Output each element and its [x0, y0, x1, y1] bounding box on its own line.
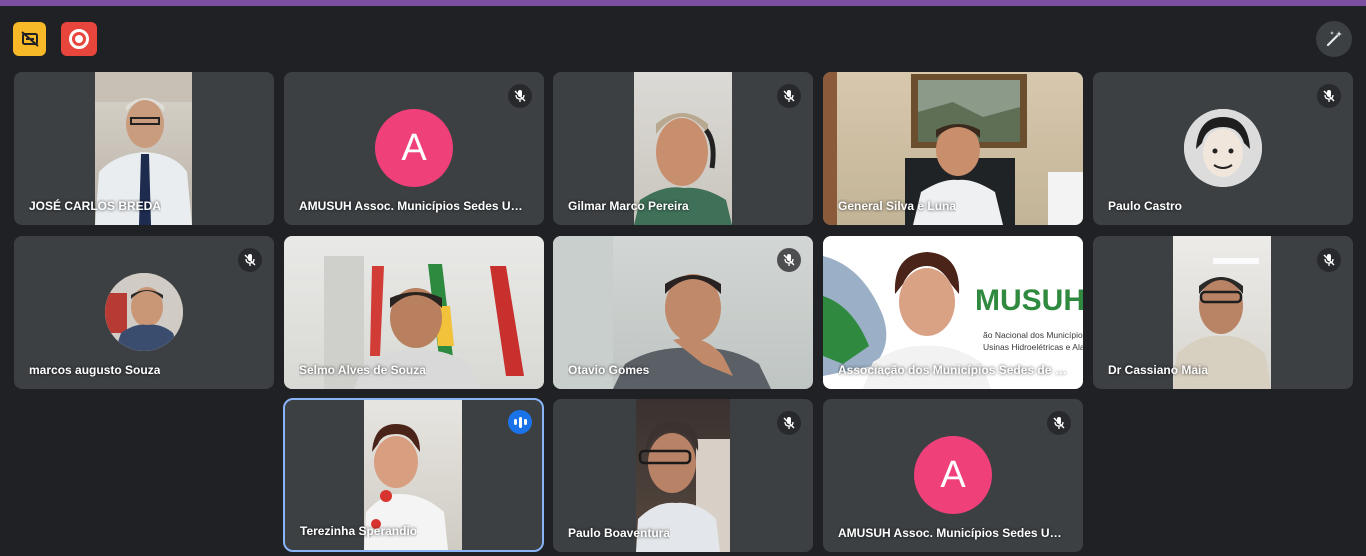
participant-name: Otavio Gomes — [568, 363, 650, 377]
participant-tile[interactable]: General Silva e Luna — [823, 72, 1083, 225]
participant-name: AMUSUH Assoc. Municípios Sedes Usinas Hi… — [838, 526, 1068, 540]
participant-tile[interactable]: JOSÉ CARLOS BREDA — [14, 72, 274, 225]
participant-name: Paulo Castro — [1108, 199, 1183, 213]
participant-tile[interactable]: A AMUSUH Assoc. Municípios Sedes Usinas … — [823, 399, 1083, 552]
participant-name: Associação dos Municípios Sedes de Usina… — [838, 363, 1068, 377]
participant-name: marcos augusto Souza — [29, 363, 161, 377]
muted-mic-icon — [777, 248, 801, 272]
participant-tile[interactable]: Selmo Alves de Souza — [284, 236, 544, 389]
effects-button[interactable] — [1316, 21, 1352, 57]
participant-tile[interactable]: marcos augusto Souza — [14, 236, 274, 389]
participant-name: Paulo Boaventura — [568, 526, 671, 540]
participant-name: Gilmar Marco Pereira — [568, 199, 689, 213]
participant-name: Terezinha Sperandio — [300, 524, 418, 538]
participant-tile[interactable]: Paulo Castro — [1093, 72, 1353, 225]
muted-mic-icon — [508, 84, 532, 108]
avatar — [105, 273, 183, 351]
participant-name: AMUSUH Assoc. Municípios Sedes Usinas Hi… — [299, 199, 529, 213]
recording-button[interactable] — [61, 22, 97, 56]
captions-button[interactable] — [13, 22, 46, 56]
avatar — [1184, 109, 1262, 187]
logo-line1-text: ão Nacional dos Municípios — [983, 330, 1083, 340]
muted-mic-icon — [238, 248, 262, 272]
participant-name: General Silva e Luna — [838, 199, 957, 213]
muted-mic-icon — [777, 84, 801, 108]
participant-tile[interactable]: A AMUSUH Assoc. Municípios Sedes Usinas … — [284, 72, 544, 225]
avatar: A — [914, 436, 992, 514]
participant-tile[interactable]: Dr Cassiano Maia — [1093, 236, 1353, 389]
record-icon — [69, 29, 89, 49]
muted-mic-icon — [1317, 84, 1341, 108]
participant-tile-active-speaker[interactable]: Terezinha Sperandio — [283, 398, 544, 552]
participant-name: JOSÉ CARLOS BREDA — [29, 199, 162, 213]
magic-wand-icon — [1326, 31, 1342, 47]
muted-mic-icon — [1317, 248, 1341, 272]
captions-off-icon — [20, 31, 39, 47]
muted-mic-icon — [777, 411, 801, 435]
top-accent-bar — [0, 0, 1366, 6]
participant-tile[interactable]: Paulo Boaventura — [553, 399, 813, 552]
participant-tile[interactable]: Otavio Gomes — [553, 236, 813, 389]
participant-tile[interactable]: MUSUH ão Nacional dos Municípios Usinas … — [823, 236, 1083, 389]
logo-brand-text: MUSUH — [975, 284, 1083, 317]
participant-tile[interactable]: Gilmar Marco Pereira — [553, 72, 813, 225]
participant-name: Selmo Alves de Souza — [299, 363, 426, 377]
participant-name: Dr Cassiano Maia — [1108, 363, 1209, 377]
muted-mic-icon — [1047, 411, 1071, 435]
logo-line2-text: Usinas Hidroelétricas e Alag — [983, 342, 1083, 352]
avatar: A — [375, 109, 453, 187]
speaking-indicator-icon — [508, 410, 532, 434]
